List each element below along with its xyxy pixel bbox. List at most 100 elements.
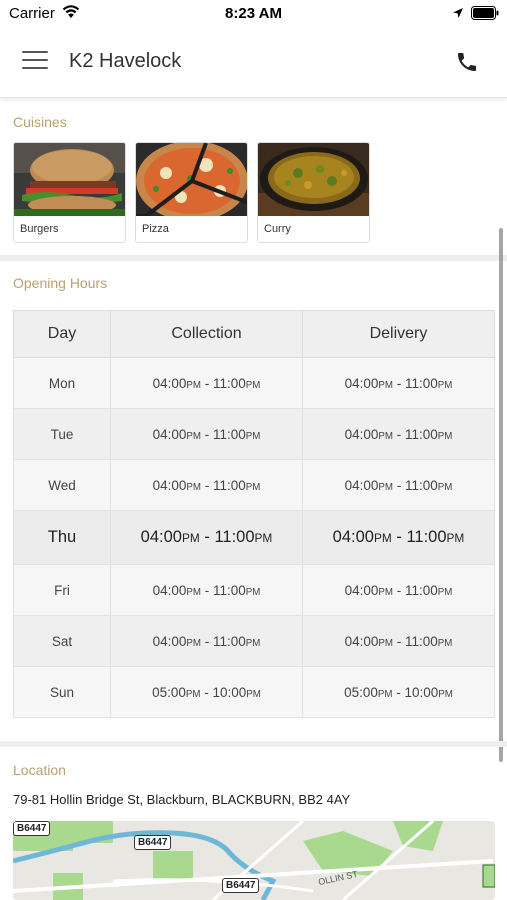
time-value: 11:00 xyxy=(406,528,447,546)
time-value: 11:00 xyxy=(405,633,438,649)
time-separator: - xyxy=(393,477,405,493)
time-separator: - xyxy=(393,582,405,598)
road-label: B6447 xyxy=(134,835,172,850)
cuisine-card-pizza[interactable]: Pizza xyxy=(135,142,248,243)
ampm-label: PM xyxy=(437,430,453,442)
cuisine-card-burgers[interactable]: Burgers xyxy=(13,142,126,243)
collection-hours-cell: 04:00PM - 11:00PM xyxy=(110,564,303,616)
time-separator: - xyxy=(393,633,405,649)
ampm-label: PM xyxy=(186,379,201,391)
cuisine-card-curry[interactable]: Curry xyxy=(257,142,370,243)
burger-photo xyxy=(14,143,125,216)
road-label: B6447 xyxy=(13,821,51,836)
ampm-label: PM xyxy=(245,379,261,391)
clock: 8:23 AM xyxy=(225,5,282,22)
restaurant-address: 79-81 Hollin Bridge St, Blackburn, BLACK… xyxy=(13,792,351,807)
cuisine-label-burgers: Burgers xyxy=(20,223,59,235)
delivery-hours-cell: 04:00PM - 11:00PM xyxy=(302,408,495,460)
ampm-label: PM xyxy=(245,586,261,598)
time-value: 11:00 xyxy=(405,582,438,598)
time-separator: - xyxy=(199,528,215,546)
time-value: 04:00 xyxy=(152,582,187,598)
ampm-label: PM xyxy=(437,481,453,493)
time-value: 11:00 xyxy=(405,426,438,442)
ampm-label: PM xyxy=(181,531,200,545)
collection-hours-cell: 04:00PM - 11:00PM xyxy=(110,615,303,667)
delivery-hours-cell: 04:00PM - 11:00PM xyxy=(302,615,495,667)
ampm-label: PM xyxy=(437,379,453,391)
road-label: B6447 xyxy=(222,878,260,893)
location-section-label: Location xyxy=(13,762,66,778)
location-arrow-icon xyxy=(453,8,463,18)
time-separator: - xyxy=(393,426,405,442)
time-value: 10:00 xyxy=(404,684,439,700)
time-separator: - xyxy=(201,477,213,493)
day-cell: Wed xyxy=(13,459,111,511)
ampm-label: PM xyxy=(377,688,393,700)
time-value: 11:00 xyxy=(213,375,246,391)
time-value: 11:00 xyxy=(213,633,246,649)
vertical-scrollbar[interactable] xyxy=(499,228,503,762)
ampm-label: PM xyxy=(185,688,201,700)
ampm-label: PM xyxy=(378,586,393,598)
ampm-label: PM xyxy=(246,688,261,700)
time-value: 11:00 xyxy=(405,477,438,493)
time-separator: - xyxy=(201,375,213,391)
day-cell: Fri xyxy=(13,564,111,616)
ampm-label: PM xyxy=(245,481,261,493)
ampm-label: PM xyxy=(437,586,453,598)
time-value: 04:00 xyxy=(152,477,187,493)
table-header-row: Day Collection Delivery xyxy=(13,310,495,358)
time-value: 10:00 xyxy=(212,684,247,700)
delivery-hours-cell: 04:00PM - 11:00PM xyxy=(302,357,495,409)
time-value: 11:00 xyxy=(213,477,246,493)
ampm-label: PM xyxy=(378,430,393,442)
column-header-delivery: Delivery xyxy=(302,310,495,358)
day-cell: Sat xyxy=(13,615,111,667)
time-separator: - xyxy=(200,684,213,700)
collection-hours-cell: 04:00PM - 11:00PM xyxy=(110,408,303,460)
column-header-collection: Collection xyxy=(110,310,303,358)
time-value: 04:00 xyxy=(344,426,379,442)
time-value: 04:00 xyxy=(152,426,187,442)
collection-hours-cell: 04:00PM - 11:00PM xyxy=(110,357,303,409)
time-value: 11:00 xyxy=(405,375,438,391)
battery-icon xyxy=(471,6,499,20)
pizza-photo xyxy=(136,143,247,216)
hamburger-menu-icon[interactable] xyxy=(22,51,48,73)
curry-photo xyxy=(258,143,369,216)
time-value: 04:00 xyxy=(152,375,187,391)
cuisine-label-pizza: Pizza xyxy=(142,223,169,235)
table-row: Sun 05:00PM - 10:00PM 05:00PM - 10:00PM xyxy=(13,666,495,718)
day-cell: Thu xyxy=(13,510,111,565)
location-map[interactable]: B6447 B6447 B6447 OLLIN ST xyxy=(13,821,495,900)
table-row: Thu 04:00PM - 11:00PM 04:00PM - 11:00PM xyxy=(13,510,495,565)
opening-hours-section-label: Opening Hours xyxy=(13,275,108,291)
phone-icon[interactable] xyxy=(455,50,479,74)
time-value: 04:00 xyxy=(152,633,187,649)
time-separator: - xyxy=(201,426,213,442)
table-row: Fri 04:00PM - 11:00PM 04:00PM - 11:00PM xyxy=(13,564,495,616)
table-row: Tue 04:00PM - 11:00PM 04:00PM - 11:00PM xyxy=(13,408,495,460)
ampm-label: PM xyxy=(186,637,201,649)
collection-hours-cell: 04:00PM - 11:00PM xyxy=(110,510,303,565)
time-separator: - xyxy=(391,528,407,546)
section-divider xyxy=(0,255,507,261)
restaurant-title: K2 Havelock xyxy=(69,50,182,72)
time-separator: - xyxy=(393,375,405,391)
time-value: 04:00 xyxy=(344,582,379,598)
time-value: 04:00 xyxy=(332,528,374,546)
collection-hours-cell: 05:00PM - 10:00PM xyxy=(110,666,303,718)
time-value: 11:00 xyxy=(214,528,255,546)
cuisine-label-curry: Curry xyxy=(264,223,291,235)
delivery-hours-cell: 05:00PM - 10:00PM xyxy=(302,666,495,718)
ampm-label: PM xyxy=(373,531,392,545)
time-separator: - xyxy=(201,582,213,598)
ampm-label: PM xyxy=(245,637,261,649)
time-value: 05:00 xyxy=(152,684,186,700)
day-cell: Tue xyxy=(13,408,111,460)
time-value: 04:00 xyxy=(344,375,379,391)
ampm-label: PM xyxy=(437,637,453,649)
collection-hours-cell: 04:00PM - 11:00PM xyxy=(110,459,303,511)
ampm-label: PM xyxy=(438,688,453,700)
